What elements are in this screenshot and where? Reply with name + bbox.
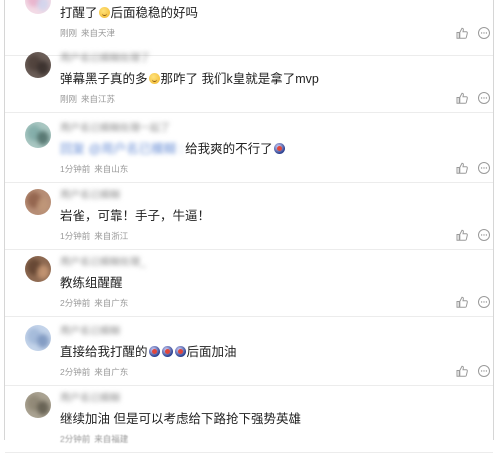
username[interactable]: 用户名已模糊 [60,190,120,201]
comment-text: 直接给我打醒的 后面加油 [60,344,237,360]
reply-button[interactable] [477,91,491,105]
comment-location: 来自浙江 [94,231,129,241]
thumbs-up-icon [456,365,468,377]
comment-text-part: 给我爽的不行了 [185,142,273,156]
comment-text: 岩雀，可靠！手子，牛逼！ [60,209,211,223]
like-button[interactable] [455,26,469,40]
comment-text: 打醒了 后面稳稳的好吗 [60,5,198,21]
avatar[interactable] [25,325,51,351]
comment-meta: 2分钟前 来自广东 [60,367,128,377]
username[interactable]: 用户名已模糊处理一起了 [60,123,170,134]
comment-item: 用户名已模糊处理_ 教练组醒醒 2分钟前 来自广东 [5,249,493,317]
message-dots-icon [478,229,490,241]
comment-item: 用户名已模糊 岩雀，可靠！手子，牛逼！ 1分钟前 来自浙江 [5,182,493,250]
comment-location: 来自广东 [94,367,129,377]
comment-meta: 1分钟前 来自浙江 [60,231,128,241]
comment-text-part: 直接给我打醒的 [60,345,148,359]
ball-emoji-icon [148,346,160,357]
avatar[interactable] [25,189,51,215]
comment-item: 用户名已模糊处理了 弹幕黑子真的多 那咋了 我们k皇就是拿了mvp 刚刚 来自江苏 [5,45,493,113]
comment-meta: 1分钟前 来自山东 [60,164,128,174]
thumbs-up-icon [456,162,468,174]
avatar[interactable] [25,122,51,148]
comment-meta: 2分钟前 来自广东 [60,298,128,308]
comment-location: 来自江苏 [81,94,116,104]
comment-list: 打醒了 后面稳稳的好吗 刚刚 来自天津 用户名已模糊处理了 弹幕黑子真的多 那咋了 我… [4,0,494,453]
avatar[interactable] [25,0,51,14]
comment-location: 来自广东 [94,298,129,308]
comment-time: 2分钟前 [60,434,91,444]
reply-button[interactable] [477,26,491,40]
comment-time: 刚刚 [60,28,78,38]
comment-text-part: 后面加油 [186,345,237,359]
thumbs-up-icon [456,27,468,39]
comment-text: 弹幕黑子真的多 那咋了 我们k皇就是拿了mvp [60,71,319,87]
comment-time: 刚刚 [60,94,78,104]
comment-text-part: 打醒了 [60,6,98,20]
username[interactable]: 用户名已模糊处理了 [60,53,150,64]
comment-location: 来自福建 [94,434,129,444]
comment-meta: 刚刚 来自天津 [60,28,115,38]
avatar[interactable] [25,392,51,418]
ball-emoji-icon [174,346,186,357]
comment-meta: 刚刚 来自江苏 [60,94,115,104]
like-button[interactable] [455,161,469,175]
reply-button[interactable] [477,364,491,378]
ball-emoji-icon [161,346,173,357]
comment-text: 继续加油 但是可以考虑给下路抢下强势英雄 [60,412,301,426]
username[interactable]: 用户名已模糊处理_ [60,257,146,268]
comment-text: 回复 @用户名已模糊 : 给我爽的不行了 [60,141,286,157]
ball-emoji-icon [273,143,285,154]
message-dots-icon [478,296,490,308]
reply-mention[interactable]: 回复 @用户名已模糊 : [60,141,183,157]
comment-meta: 2分钟前 来自福建 [60,434,128,444]
message-dots-icon [478,162,490,174]
thumbs-up-icon [456,296,468,308]
like-button[interactable] [455,295,469,309]
comment-time: 1分钟前 [60,231,91,241]
comment-item: 用户名已模糊处理一起了 回复 @用户名已模糊 : 给我爽的不行了 1分钟前 来自山东 [5,115,493,183]
thumbs-up-icon [456,229,468,241]
comment-time: 2分钟前 [60,367,91,377]
username[interactable]: 用户名已模糊 [60,326,120,337]
reply-button[interactable] [477,161,491,175]
avatar[interactable] [25,256,51,282]
thumbs-up-icon [456,92,468,104]
comment-text-part: 那咋了 我们k皇就是拿了mvp [160,72,319,86]
message-dots-icon [478,365,490,377]
grin-emoji-icon [98,7,110,18]
comment-time: 2分钟前 [60,298,91,308]
reply-button[interactable] [477,228,491,242]
comment-text-part: 弹幕黑子真的多 [60,72,148,86]
comment-text: 教练组醒醒 [60,276,123,290]
comment-location: 来自天津 [81,28,116,38]
like-button[interactable] [455,91,469,105]
like-button[interactable] [455,228,469,242]
like-button[interactable] [455,364,469,378]
comment-text-part: 后面稳稳的好吗 [110,6,199,20]
comment-time: 1分钟前 [60,164,91,174]
reply-button[interactable] [477,295,491,309]
username[interactable]: 用户名已模糊 [60,393,120,404]
grin-emoji-icon [148,73,160,84]
message-dots-icon [478,27,490,39]
message-dots-icon [478,92,490,104]
avatar[interactable] [25,52,51,78]
comment-item: 用户名已模糊 继续加油 但是可以考虑给下路抢下强势英雄 2分钟前 来自福建 [5,385,493,453]
comment-item: 用户名已模糊 直接给我打醒的 后面加油 2分钟前 来自广东 [5,318,493,386]
comment-location: 来自山东 [94,164,129,174]
